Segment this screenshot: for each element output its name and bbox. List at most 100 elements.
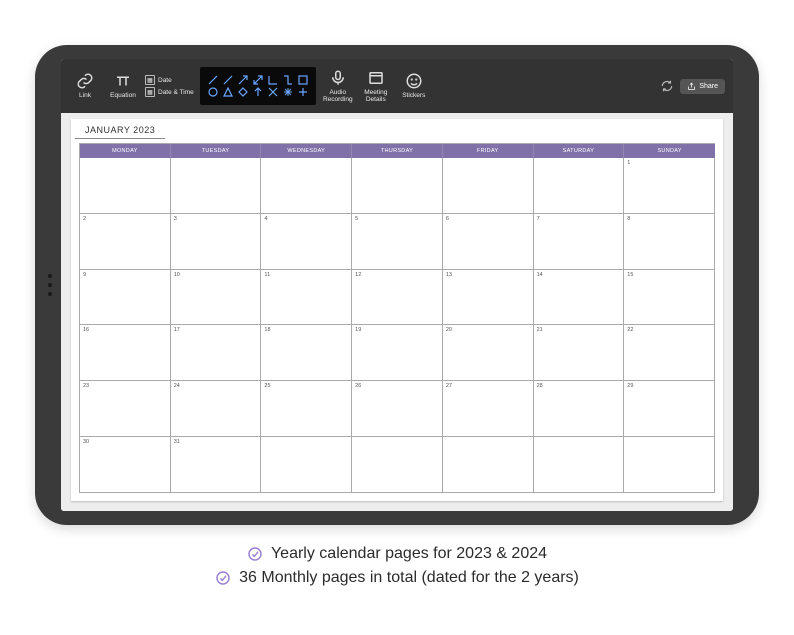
share-button[interactable]: Share <box>680 79 725 94</box>
shapes-picker[interactable] <box>200 67 316 105</box>
calendar-cell[interactable]: 19 <box>352 325 443 381</box>
calendar-cell[interactable]: 31 <box>171 437 262 493</box>
link-icon <box>76 72 94 90</box>
calendar-cell[interactable]: 22 <box>624 325 715 381</box>
check-circle-icon <box>247 546 263 562</box>
date-buttons-group: ▦ Date ▦ Date & Time <box>145 75 194 97</box>
calendar-cell[interactable]: 26 <box>352 381 443 437</box>
smiley-icon <box>405 72 423 90</box>
insert-date-button[interactable]: ▦ Date <box>145 75 194 85</box>
equation-button[interactable]: Equation <box>107 64 139 108</box>
check-circle-icon <box>215 570 231 586</box>
tablet-camera <box>47 274 52 296</box>
calendar-cell[interactable]: 23 <box>80 381 171 437</box>
calendar-cell[interactable]: 8 <box>624 214 715 270</box>
star-shape-icon <box>283 87 293 97</box>
calendar-cell[interactable]: 7 <box>534 214 625 270</box>
calendar-clock-icon: ▦ <box>145 87 155 97</box>
calendar-cell[interactable]: 11 <box>261 270 352 326</box>
calendar: MONDAYTUESDAYWEDNESDAYTHURSDAYFRIDAYSATU… <box>71 143 723 501</box>
calendar-cell[interactable]: 1 <box>624 158 715 214</box>
feature-bullets: Yearly calendar pages for 2023 & 2024 36… <box>0 545 794 587</box>
calendar-cell[interactable]: 28 <box>534 381 625 437</box>
calendar-cell[interactable]: 30 <box>80 437 171 493</box>
day-header: WEDNESDAY <box>261 144 352 158</box>
calendar-cell[interactable]: 29 <box>624 381 715 437</box>
calendar-cell[interactable] <box>624 437 715 493</box>
calendar-cell[interactable]: 20 <box>443 325 534 381</box>
meeting-details-button[interactable]: Meeting Details <box>360 64 392 108</box>
calendar-cell[interactable]: 2 <box>80 214 171 270</box>
calendar-cell[interactable] <box>443 437 534 493</box>
stickers-label: Stickers <box>402 92 425 99</box>
tablet-screen: Link Equation ▦ Date ▦ Date & Time <box>61 59 733 511</box>
bullet-text: Yearly calendar pages for 2023 & 2024 <box>271 545 547 563</box>
calendar-cell[interactable]: 10 <box>171 270 262 326</box>
plus-shape-icon <box>298 87 308 97</box>
calendar-cell[interactable]: 5 <box>352 214 443 270</box>
calendar-cell[interactable] <box>534 158 625 214</box>
equation-label: Equation <box>110 92 136 99</box>
tablet-frame: Link Equation ▦ Date ▦ Date & Time <box>35 45 759 525</box>
shapes-row-2 <box>208 87 308 97</box>
calendar-cell[interactable]: 13 <box>443 270 534 326</box>
elbow-shape-icon <box>283 75 293 85</box>
calendar-cell[interactable]: 4 <box>261 214 352 270</box>
calendar-cell[interactable]: 15 <box>624 270 715 326</box>
line-shape-icon <box>208 75 218 85</box>
calendar-cell[interactable] <box>171 158 262 214</box>
audio-label: Audio Recording <box>323 89 353 103</box>
calendar-header-row: MONDAYTUESDAYWEDNESDAYTHURSDAYFRIDAYSATU… <box>80 144 715 158</box>
calendar-cell[interactable]: 9 <box>80 270 171 326</box>
rect-shape-icon <box>298 75 308 85</box>
shapes-row-1 <box>208 75 308 85</box>
circle-shape-icon <box>208 87 218 97</box>
stickers-button[interactable]: Stickers <box>398 64 430 108</box>
date-label: Date <box>158 77 172 84</box>
day-header: SUNDAY <box>624 144 715 158</box>
link-button[interactable]: Link <box>69 64 101 108</box>
calendar-cell[interactable]: 21 <box>534 325 625 381</box>
share-icon <box>687 82 696 91</box>
calendar-cell[interactable] <box>443 158 534 214</box>
sync-icon[interactable] <box>660 79 674 93</box>
calendar-cell[interactable]: 6 <box>443 214 534 270</box>
calendar-cell[interactable] <box>261 437 352 493</box>
month-title: JANUARY 2023 <box>75 119 165 139</box>
calendar-body: 1234567891011121314151617181920212223242… <box>80 158 715 493</box>
calendar-cell[interactable]: 3 <box>171 214 262 270</box>
microphone-icon <box>329 69 347 87</box>
app-toolbar: Link Equation ▦ Date ▦ Date & Time <box>61 59 733 113</box>
insert-datetime-button[interactable]: ▦ Date & Time <box>145 87 194 97</box>
calendar-page: JANUARY 2023 MONDAYTUESDAYWEDNESDAYTHURS… <box>71 119 723 501</box>
datetime-label: Date & Time <box>158 89 194 96</box>
calendar-cell[interactable]: 27 <box>443 381 534 437</box>
share-label: Share <box>699 83 718 90</box>
calendar-icon: ▦ <box>145 75 155 85</box>
calendar-cell[interactable]: 18 <box>261 325 352 381</box>
calendar-cell[interactable]: 12 <box>352 270 443 326</box>
calendar-cell[interactable]: 17 <box>171 325 262 381</box>
bullet-item: 36 Monthly pages in total (dated for the… <box>215 569 579 587</box>
calendar-cell[interactable]: 16 <box>80 325 171 381</box>
bullet-item: Yearly calendar pages for 2023 & 2024 <box>247 545 547 563</box>
elbow-shape-icon <box>268 75 278 85</box>
audio-recording-button[interactable]: Audio Recording <box>322 64 354 108</box>
double-arrow-icon <box>253 75 263 85</box>
calendar-cell[interactable]: 14 <box>534 270 625 326</box>
day-header: SATURDAY <box>534 144 625 158</box>
calendar-cell[interactable]: 24 <box>171 381 262 437</box>
calendar-cell[interactable] <box>80 158 171 214</box>
arrow-shape-icon <box>238 75 248 85</box>
line-shape-icon <box>223 75 233 85</box>
calendar-cell[interactable] <box>261 158 352 214</box>
day-header: TUESDAY <box>171 144 262 158</box>
page-canvas[interactable]: JANUARY 2023 MONDAYTUESDAYWEDNESDAYTHURS… <box>61 113 733 511</box>
calendar-cell[interactable] <box>534 437 625 493</box>
calendar-cell[interactable] <box>352 158 443 214</box>
calendar-cell[interactable]: 25 <box>261 381 352 437</box>
day-header: THURSDAY <box>352 144 443 158</box>
diamond-shape-icon <box>238 87 248 97</box>
arrow-up-icon <box>253 87 263 97</box>
calendar-cell[interactable] <box>352 437 443 493</box>
